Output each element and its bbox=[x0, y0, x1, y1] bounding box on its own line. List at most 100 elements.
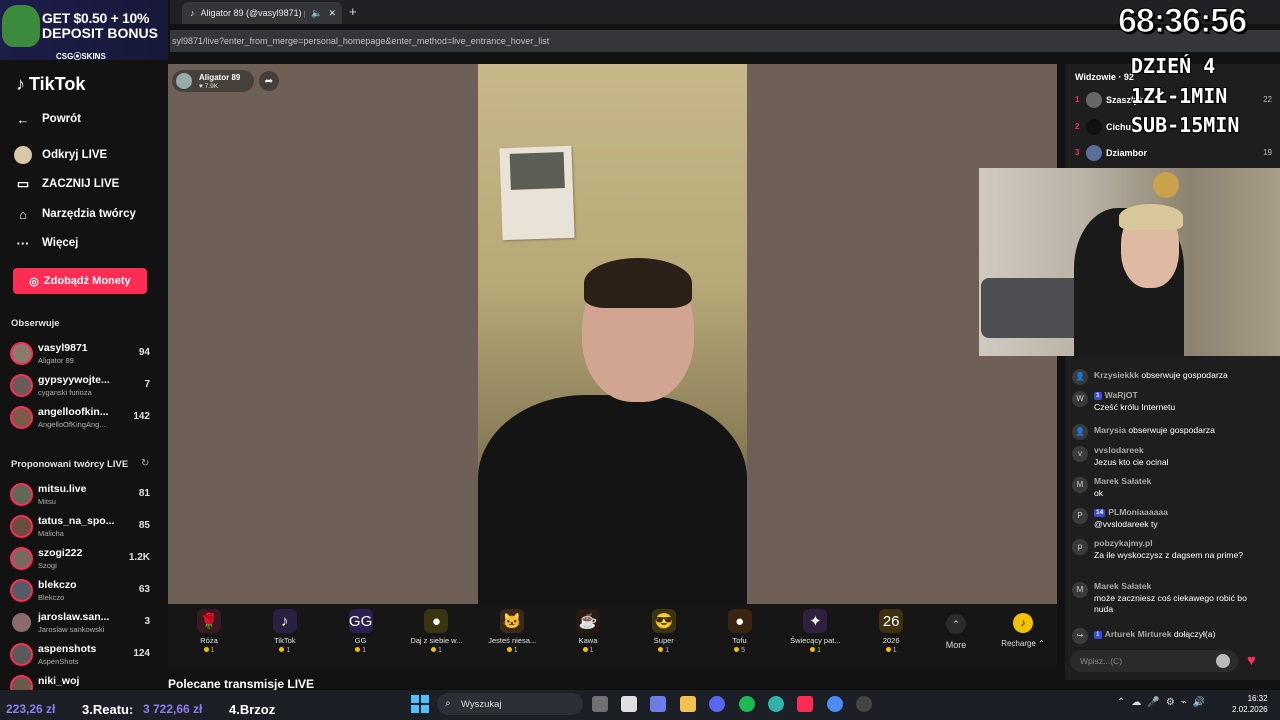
chat-user-line: Marek Sałatek bbox=[1094, 581, 1151, 592]
chat-message[interactable]: p pobzykajmy.pl Za ile wyskoczysz z dagsem… bbox=[1072, 538, 1272, 568]
taskbar-search[interactable]: ⌕ Wyszukaj bbox=[437, 693, 583, 715]
back-button[interactable]: ← Powrót bbox=[14, 110, 81, 128]
chat-text: może zaczniesz coś ciekawego robić bo nu… bbox=[1094, 593, 1247, 615]
following-item[interactable]: gypsyywojte... cyganski furioza 7 bbox=[10, 371, 154, 401]
tiktok-note-icon: ♪ bbox=[16, 74, 25, 94]
gift-item[interactable]: 🐱 Jesteś niesa... 1 bbox=[475, 606, 549, 662]
user-subtitle: cyganski furioza bbox=[38, 388, 92, 397]
tiktok-app-icon[interactable] bbox=[797, 696, 813, 712]
sidebar-item-start-live[interactable]: ▭ ZACZNIJ LIVE bbox=[14, 175, 119, 193]
gift-price: 1 bbox=[399, 647, 473, 654]
copilot-icon[interactable] bbox=[650, 696, 666, 712]
chrome-icon[interactable] bbox=[827, 696, 843, 712]
task-view-icon[interactable] bbox=[592, 696, 608, 712]
get-coins-button[interactable]: ◎ Zdobądź Monety bbox=[13, 268, 147, 294]
chat-message[interactable]: M Marek Sałatek ok bbox=[1072, 476, 1272, 506]
suggested-item[interactable]: tatus_na_spo... Malicha 85 bbox=[10, 512, 154, 542]
sidebar-item-more[interactable]: ··· Więcej bbox=[14, 234, 79, 252]
avatar: 👤 bbox=[1072, 369, 1088, 385]
suggested-item[interactable]: jaroslaw.san... Jaroslaw sankowski 3 bbox=[10, 608, 154, 638]
following-item[interactable]: vasyl9871 Aligator 89 94 bbox=[10, 339, 154, 369]
viewer-row[interactable]: 3 Dziambor 19 bbox=[1072, 143, 1272, 165]
viewer-count: 124 bbox=[133, 648, 150, 659]
browser-tab[interactable]: ♪ Aligator 89 (@vasyl9871) p 🔈 ✕ bbox=[182, 2, 342, 24]
suggested-item[interactable]: aspenshots AspenShots 124 bbox=[10, 640, 154, 670]
emoji-icon[interactable] bbox=[1216, 654, 1230, 668]
system-tray[interactable]: ⌃☁🎤⚙⌁🔊 bbox=[1117, 697, 1211, 708]
avatar: p bbox=[1072, 539, 1088, 555]
avatar: 👤 bbox=[1072, 424, 1088, 440]
chat-input[interactable]: Wpisz...(C) bbox=[1070, 650, 1238, 672]
avatar: W bbox=[1072, 391, 1088, 407]
discord-icon[interactable] bbox=[709, 696, 725, 712]
suggested-item[interactable]: niki_woj bbox=[10, 672, 154, 690]
gift-item[interactable]: GG GG 1 bbox=[324, 606, 398, 662]
sidebar-item-label: Więcej bbox=[42, 237, 79, 249]
chat-user-line: pobzykajmy.pl bbox=[1094, 538, 1153, 549]
avatar bbox=[10, 483, 33, 506]
user-subtitle: Szogi bbox=[38, 561, 57, 570]
suggested-item[interactable]: mitsu.live Mitsu 81 bbox=[10, 480, 154, 510]
user-name: gypsyywojte... bbox=[38, 374, 110, 386]
donation-rate: 1ZŁ-1MIN bbox=[1131, 84, 1228, 108]
avatar bbox=[1086, 145, 1102, 161]
heart-icon[interactable]: ♥ bbox=[1247, 653, 1263, 669]
chat-user: Marek Sałatek bbox=[1094, 476, 1152, 486]
gift-icon: GG bbox=[348, 609, 373, 633]
chat-line: Marysia obserwuje gospodarza bbox=[1094, 425, 1215, 436]
store-icon[interactable] bbox=[621, 696, 637, 712]
gift-item[interactable]: ♪ TikTok 1 bbox=[248, 606, 322, 662]
tab-close-icon[interactable]: ✕ bbox=[328, 8, 342, 19]
windows-start-icon[interactable] bbox=[411, 695, 429, 713]
chat-text: Jezus kto cie ocinal bbox=[1094, 457, 1169, 467]
user-subtitle: Jaroslaw sankowski bbox=[38, 625, 105, 634]
spotify-icon[interactable] bbox=[739, 696, 755, 712]
edge-icon[interactable] bbox=[768, 696, 784, 712]
monster-mascot-icon bbox=[2, 5, 40, 47]
gift-item[interactable]: ☕ Kawa 1 bbox=[551, 606, 625, 662]
arrow-left-icon: ← bbox=[16, 111, 30, 127]
fan-badge: 1 bbox=[1094, 391, 1102, 400]
chat-user: PLMoniaaaaaa bbox=[1108, 507, 1168, 517]
chat-user: Marek Sałatek bbox=[1094, 581, 1152, 591]
chat-message[interactable]: W 1 WaRjOT Cześć królu Internetu bbox=[1072, 390, 1272, 420]
avatar: M bbox=[1072, 477, 1088, 493]
following-item[interactable]: angelloofkin... AngelloOfKingAng... 142 bbox=[10, 403, 154, 433]
sidebar-item-creator-tools[interactable]: ⌂ Narzędzia twórcy bbox=[14, 205, 136, 223]
tiktok-logo[interactable]: ♪ TikTok bbox=[16, 74, 85, 95]
suggested-item[interactable]: szogi222 Szogi 1.2K bbox=[10, 544, 154, 574]
suggested-item[interactable]: blekczo Blekczo 63 bbox=[10, 576, 154, 606]
fan-badge: 14 bbox=[1094, 508, 1106, 517]
recharge-button[interactable]: ♪ Recharge ⌃ bbox=[996, 610, 1050, 658]
refresh-icon[interactable]: ↻ bbox=[141, 458, 149, 469]
gift-item[interactable]: 😎 Super 1 bbox=[627, 606, 701, 662]
chat-message[interactable]: P 14 PLMoniaaaaaa @vvslodareek ty bbox=[1072, 507, 1272, 537]
chat-line: Krzysiekkk obserwuje gospodarza bbox=[1094, 370, 1228, 381]
chat-message[interactable]: M Marek Sałatek może zaczniesz coś ciekawe… bbox=[1072, 581, 1272, 614]
obs-icon[interactable] bbox=[856, 696, 872, 712]
file-explorer-icon[interactable] bbox=[680, 696, 696, 712]
gift-item[interactable]: ✦ Świecący pat... 1 bbox=[778, 606, 852, 662]
coin-icon: ◎ bbox=[29, 275, 39, 288]
gift-item[interactable]: 🌹 Róża 1 bbox=[172, 606, 246, 662]
more-gifts-button[interactable]: ⌃ More bbox=[936, 610, 976, 658]
sidebar-item-discover-live[interactable]: Odkryj LIVE bbox=[14, 146, 107, 164]
chat-message[interactable]: v vvslodareek Jezus kto cie ocinal bbox=[1072, 445, 1272, 475]
recommended-live-heading: Polecane transmisje LIVE bbox=[168, 677, 315, 691]
ad-line-2: DEPOSIT BONUS bbox=[42, 25, 158, 41]
system-clock[interactable]: 16:32 2.02.2026 bbox=[1232, 693, 1268, 715]
viewers-heading[interactable]: Widzowie · 92 bbox=[1075, 72, 1134, 82]
gift-name: Super bbox=[653, 636, 674, 645]
avatar bbox=[10, 547, 33, 570]
gift-item[interactable]: ● Daj z siebie w... 1 bbox=[399, 606, 473, 662]
taskbar-search-placeholder: Wyszukaj bbox=[461, 698, 502, 710]
host-card[interactable]: Aligator 89 ♥ 7.9K bbox=[172, 70, 254, 92]
gift-name: Tofu bbox=[732, 636, 747, 645]
new-tab-button[interactable]: + bbox=[349, 4, 357, 19]
tab-audio-icon[interactable]: 🔈 bbox=[311, 8, 322, 19]
address-bar[interactable]: syl9871/live?enter_from_merge=personal_h… bbox=[170, 30, 1280, 52]
user-name: blekczo bbox=[38, 579, 77, 591]
gift-item[interactable]: 26 2026 1 bbox=[854, 606, 928, 662]
share-icon[interactable]: ➦ bbox=[259, 71, 279, 91]
gift-item[interactable]: ● Tofu 5 bbox=[703, 606, 777, 662]
